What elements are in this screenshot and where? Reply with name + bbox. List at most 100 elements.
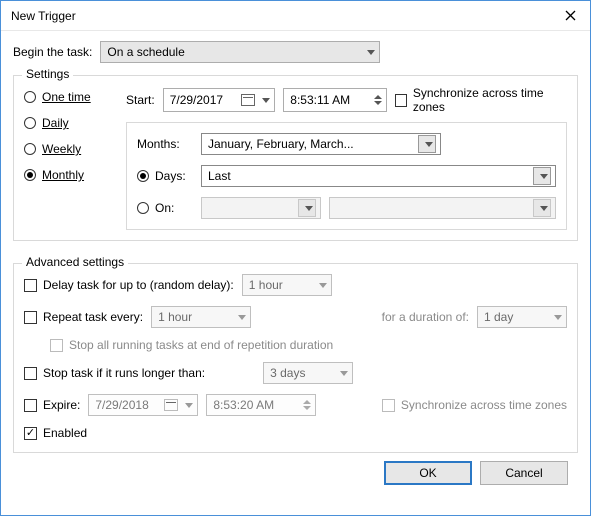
on-label: On: [155,201,174,215]
repeat-combo: 1 hour [151,306,251,328]
months-value: January, February, March... [208,137,354,151]
stop-long-checkbox[interactable]: Stop task if it runs longer than: [24,366,205,380]
expire-time-value: 8:53:20 AM [213,398,274,412]
start-date-value: 7/29/2017 [170,93,223,107]
expire-date-input: 7/29/2018 [88,394,198,416]
stop-long-row: Stop task if it runs longer than: 3 days [24,362,567,384]
titlebar: New Trigger [1,1,590,31]
chevron-down-icon [540,174,548,179]
radio-label: Monthly [42,168,84,182]
on-row: On: [137,197,556,219]
duration-label: for a duration of: [382,310,469,324]
radio-icon [137,202,149,214]
window-title: New Trigger [11,9,76,23]
days-select[interactable]: Last [201,165,556,187]
cancel-label: Cancel [505,466,542,480]
monthly-panel: Months: January, February, March... Days… [126,122,567,230]
spinner-icon [303,400,311,410]
advanced-group-label: Advanced settings [22,255,128,269]
stop-rep-label: Stop all running tasks at end of repetit… [69,338,333,352]
checkbox-icon [24,399,37,412]
delay-row: Delay task for up to (random delay): 1 h… [24,274,567,296]
repeat-label: Repeat task every: [43,310,143,324]
sync-tz-label: Synchronize across time zones [413,86,567,114]
dialog-buttons: OK Cancel [13,453,578,495]
sync-tz-checkbox[interactable]: Synchronize across time zones [395,86,567,114]
stop-long-combo: 3 days [263,362,353,384]
begin-dropdown[interactable]: On a schedule [100,41,380,63]
settings-group-label: Settings [22,67,73,81]
chevron-down-icon [540,206,548,211]
repeat-checkbox[interactable]: Repeat task every: [24,310,143,324]
on-select-1 [201,197,321,219]
radio-label: Weekly [42,142,81,156]
expire-checkbox[interactable]: Expire: [24,398,80,412]
chevron-down-icon [262,98,270,103]
chevron-down-icon [367,50,375,55]
delay-value: 1 hour [249,278,283,292]
ok-button[interactable]: OK [384,461,472,485]
expire-date-value: 7/29/2018 [95,398,148,412]
radio-icon [24,117,36,129]
months-select[interactable]: January, February, March... [201,133,441,155]
calendar-icon [164,399,178,411]
start-time-input[interactable]: 8:53:11 AM [283,88,386,112]
chevron-down-icon [340,371,348,376]
start-row: Start: 7/29/2017 8:53:11 AM [126,86,567,114]
radio-one-time[interactable]: One time [24,90,114,104]
chevron-down-icon [305,206,313,211]
radio-weekly[interactable]: Weekly [24,142,114,156]
checkbox-icon [395,94,407,107]
cancel-button[interactable]: Cancel [480,461,568,485]
months-label: Months: [137,137,193,151]
expire-sync-label: Synchronize across time zones [401,398,567,412]
checkbox-icon [50,339,63,352]
radio-on[interactable]: On: [137,201,193,215]
repeat-row: Repeat task every: 1 hour for a duration… [24,306,567,328]
expire-row: Expire: 7/29/2018 8:53:20 AM Synchron [24,394,567,416]
chevron-down-icon [425,142,433,147]
stop-long-value: 3 days [270,366,305,380]
checkbox-icon [24,427,37,440]
delay-combo: 1 hour [242,274,332,296]
radio-icon [24,143,36,155]
radio-daily[interactable]: Daily [24,116,114,130]
chevron-down-icon [554,315,562,320]
radio-days[interactable]: Days: [137,169,193,183]
radio-label: One time [42,90,91,104]
stop-rep-checkbox: Stop all running tasks at end of repetit… [50,338,333,352]
radio-label: Daily [42,116,69,130]
spinner-icon [374,95,382,105]
schedule-radios: One time Daily Weekly Monthly [24,86,114,230]
expire-time-input: 8:53:20 AM [206,394,316,416]
days-label: Days: [155,169,186,183]
close-button[interactable] [558,4,582,28]
start-date-input[interactable]: 7/29/2017 [163,88,276,112]
radio-monthly[interactable]: Monthly [24,168,114,182]
checkbox-icon [24,367,37,380]
window: New Trigger Begin the task: On a schedul… [0,0,591,516]
close-icon [565,10,576,21]
on-select-2 [329,197,556,219]
radio-icon [137,170,149,182]
enabled-row: Enabled [24,426,567,440]
radio-icon [24,169,36,181]
checkbox-icon [24,279,37,292]
radio-icon [24,91,36,103]
stop-long-label: Stop task if it runs longer than: [43,366,205,380]
days-value: Last [208,169,231,183]
chevron-down-icon [319,283,327,288]
delay-label: Delay task for up to (random delay): [43,278,234,292]
content: Begin the task: On a schedule Settings O… [1,31,590,515]
delay-checkbox[interactable]: Delay task for up to (random delay): [24,278,234,292]
advanced-group: Advanced settings Delay task for up to (… [13,263,578,453]
stop-rep-row: Stop all running tasks at end of repetit… [50,338,567,352]
months-row: Months: January, February, March... [137,133,556,155]
duration-value: 1 day [484,310,513,324]
enabled-checkbox[interactable]: Enabled [24,426,87,440]
checkbox-icon [24,311,37,324]
repeat-value: 1 hour [158,310,192,324]
days-row: Days: Last [137,165,556,187]
expire-label: Expire: [43,398,80,412]
begin-value: On a schedule [107,45,363,59]
